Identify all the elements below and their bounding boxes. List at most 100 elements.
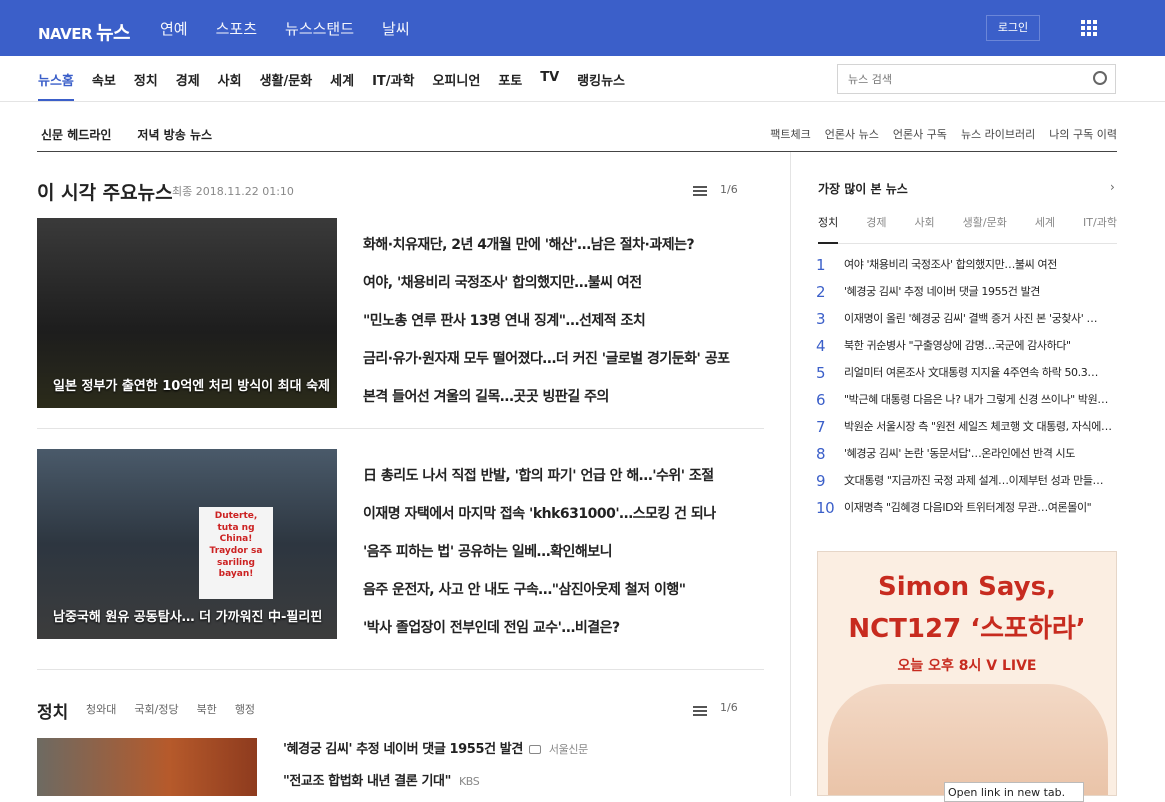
protest-sign: Duterte, tuta ng China! Traydor sa saril… — [199, 507, 273, 599]
advertisement-banner[interactable]: Simon Says, NCT127 ‘스포하라’ 오늘 오후 8시 V LIV… — [817, 551, 1117, 796]
nav-sports[interactable]: 스포츠 — [216, 18, 257, 39]
evening-broadcast-dropdown[interactable]: 저녁 방송 뉴스 — [137, 126, 212, 143]
ad-line-2: NCT127 ‘스포하라’ — [848, 614, 1086, 644]
chevron-right-icon[interactable]: › — [1110, 180, 1115, 194]
headline-link[interactable]: 본격 들어선 겨울의 길목…곳곳 빙판길 주의 — [363, 386, 763, 406]
headline-list-1: 화해·치유재단, 2년 4개월 만에 '해산'…남은 절차·과제는? 여야, '… — [363, 234, 763, 424]
subtab-northkorea[interactable]: 북한 — [197, 701, 217, 717]
news-thumbnail-1[interactable]: 일본 정부가 출연한 10억엔 처리 방식이 최대 숙제 — [37, 218, 337, 408]
news-box-1: 일본 정부가 출연한 10억엔 처리 방식이 최대 숙제 화해·치유재단, 2년… — [37, 218, 764, 408]
press-subscribe-link[interactable]: 언론사 구독 — [893, 126, 947, 142]
main-pager[interactable]: 1/6 — [720, 183, 738, 196]
tab-rank-world[interactable]: 세계 — [1035, 214, 1055, 243]
news-thumbnail-2[interactable]: Duterte, tuta ng China! Traydor sa saril… — [37, 449, 337, 639]
news-library-link[interactable]: 뉴스 라이브러리 — [961, 126, 1035, 142]
thumbnail-caption-1: 일본 정부가 출연한 10억엔 처리 방식이 최대 숙제 — [53, 379, 331, 394]
subtab-bluehouse[interactable]: 청와대 — [86, 701, 116, 717]
headline-link[interactable]: '음주 피하는 법' 공유하는 일베…확인해보니 — [363, 541, 763, 561]
tab-rank-life[interactable]: 생활/문화 — [963, 214, 1007, 243]
ranking-item[interactable]: 5 리얼미터 여론조사 文대통령 지지율 4주연속 하락 50.3… — [816, 364, 1116, 391]
ranking-item[interactable]: 4 북한 귀순병사 "구출영상에 감명…국군에 감사하다" — [816, 337, 1116, 364]
search-icon[interactable] — [1093, 71, 1107, 85]
headline-link[interactable]: 여야, '채용비리 국정조사' 합의했지만…불씨 여전 — [363, 272, 763, 292]
nav-weather[interactable]: 날씨 — [382, 18, 410, 39]
headline-list-2: 日 총리도 나서 직접 반발, '합의 파기' 언급 안 해…'수위' 조절 이… — [363, 465, 763, 655]
politics-subtabs: 청와대 국회/정당 북한 행정 — [86, 701, 273, 717]
nav-entertainment[interactable]: 연예 — [160, 18, 188, 39]
headline-link[interactable]: 日 총리도 나서 직접 반발, '합의 파기' 언급 안 해…'수위' 조절 — [363, 465, 763, 485]
ad-group-photo — [828, 684, 1108, 795]
tab-world[interactable]: 세계 — [330, 70, 354, 101]
tab-rank-politics[interactable]: 정치 — [818, 214, 839, 244]
top-header: NAVER 뉴스 연예 스포츠 뉴스스탠드 날씨 로그인 — [0, 0, 1165, 56]
divider — [37, 669, 764, 670]
list-view-icon[interactable] — [693, 186, 707, 196]
headline-link[interactable]: 화해·치유재단, 2년 4개월 만에 '해산'…남은 절차·과제는? — [363, 234, 763, 254]
naver-logo-text: NAVER — [38, 25, 93, 43]
list-view-icon[interactable] — [693, 706, 707, 716]
thumbnail-caption-2: 남중국해 원유 공동탐사… 더 가까워진 中-필리핀 — [53, 610, 323, 625]
ranking-item[interactable]: 8 '혜경궁 김씨' 논란 '동문서답'…온라인에선 반격 시도 — [816, 445, 1116, 472]
login-button[interactable]: 로그인 — [986, 15, 1040, 41]
subtab-assembly[interactable]: 국회/정당 — [134, 701, 178, 717]
sub-menu-bar: 신문 헤드라인 저녁 방송 뉴스 팩트체크 언론사 뉴스 언론사 구독 뉴스 라… — [37, 118, 1117, 152]
press-name: 서울신문 — [548, 743, 588, 756]
headline-link[interactable]: "민노총 연루 판사 13명 연내 징계"…선제적 조치 — [363, 310, 763, 330]
ranking-item[interactable]: 6 "박근혜 대통령 다음은 나? 내가 그렇게 신경 쓰이나" 박원순, 야… — [816, 391, 1116, 418]
tab-rank-society[interactable]: 사회 — [914, 214, 934, 243]
news-logo-text: 뉴스 — [96, 22, 131, 44]
tab-breaking[interactable]: 속보 — [92, 70, 116, 101]
tab-rank-it[interactable]: IT/과학 — [1083, 214, 1117, 243]
my-subscription-history-link[interactable]: 나의 구독 이력 — [1049, 126, 1117, 142]
ranking-item[interactable]: 2 '혜경궁 김씨' 추정 네이버 댓글 1955건 발견 — [816, 283, 1116, 310]
politics-pager[interactable]: 1/6 — [720, 701, 738, 714]
ranking-item[interactable]: 10 이재명측 "김혜경 다음ID와 트위터계정 무관…여론몰이" — [816, 499, 1116, 526]
naver-news-logo[interactable]: NAVER 뉴스 — [38, 18, 131, 45]
apps-grid-icon[interactable] — [1081, 20, 1097, 36]
ranking-item[interactable]: 9 文대통령 "지금까진 국정 과제 설계…이제부턴 성과 만들… — [816, 472, 1116, 499]
politics-section-title[interactable]: 정치 — [37, 698, 68, 723]
tab-society[interactable]: 사회 — [218, 70, 242, 101]
tab-tv[interactable]: TV — [540, 70, 559, 101]
headline-link[interactable]: 음주 운전자, 사고 안 내도 구속…"삼진아웃제 철저 이행" — [363, 579, 763, 599]
ranking-item[interactable]: 1 여야 '채용비리 국정조사' 합의했지만…불씨 여전 — [816, 256, 1116, 283]
headline-link[interactable]: 금리·유가·원자재 모두 떨어졌다…더 커진 '글로벌 경기둔화' 공포 — [363, 348, 763, 368]
sidebar-divider — [790, 152, 791, 796]
divider — [37, 428, 764, 429]
most-viewed-title[interactable]: 가장 많이 본 뉴스 — [818, 180, 908, 197]
tab-rank-economy[interactable]: 경제 — [866, 214, 886, 243]
politics-headline[interactable]: '혜경궁 김씨' 추정 네이버 댓글 1955건 발견 서울신문 — [283, 738, 588, 757]
category-tabs: 뉴스홈 속보 정치 경제 사회 생활/문화 세계 IT/과학 오피니언 포토 T… — [38, 70, 643, 101]
tab-opinion[interactable]: 오피니언 — [432, 70, 480, 101]
main-news-title: 이 시각 주요뉴스 — [37, 182, 173, 204]
nav-newsstand[interactable]: 뉴스스탠드 — [285, 18, 354, 39]
status-tooltip: Open link in new tab. — [944, 782, 1084, 802]
last-updated: 최종 2018.11.22 01:10 — [172, 185, 294, 198]
headline-link[interactable]: 이재명 자택에서 마지막 접속 'khk631000'…스모킹 건 되나 — [363, 503, 763, 523]
tab-it-science[interactable]: IT/과학 — [372, 70, 414, 101]
tab-ranking[interactable]: 랭킹뉴스 — [577, 70, 625, 101]
ranking-item[interactable]: 7박원순 서울시장 측 "원전 세일즈 체코행 文 대통령, 자식에겐 과자 안… — [816, 418, 1116, 445]
press-name: KBS — [458, 775, 480, 788]
ranking-list: 1 여야 '채용비리 국정조사' 합의했지만…불씨 여전 2 '혜경궁 김씨' 추정… — [816, 256, 1116, 526]
tab-photo[interactable]: 포토 — [498, 70, 522, 101]
ad-line-1: Simon Says, — [878, 572, 1056, 602]
tab-news-home[interactable]: 뉴스홈 — [38, 70, 74, 101]
top-nav: 연예 스포츠 뉴스스탠드 날씨 — [160, 18, 438, 39]
subtab-admin[interactable]: 행정 — [235, 701, 255, 717]
politics-headline[interactable]: "전교조 합법화 내년 결론 기대" KBS — [283, 770, 480, 789]
tab-politics[interactable]: 정치 — [134, 70, 158, 101]
news-search-input[interactable] — [837, 64, 1116, 94]
factcheck-link[interactable]: 팩트체크 — [770, 126, 810, 142]
category-bar: 뉴스홈 속보 정치 경제 사회 생활/문화 세계 IT/과학 오피니언 포토 T… — [0, 56, 1165, 102]
camera-icon — [528, 745, 541, 754]
tab-economy[interactable]: 경제 — [176, 70, 200, 101]
headline-link[interactable]: '박사 졸업장이 전부인데 전임 교수'…비결은? — [363, 617, 763, 637]
news-box-2: Duterte, tuta ng China! Traydor sa saril… — [37, 449, 764, 639]
newspaper-headline-dropdown[interactable]: 신문 헤드라인 — [41, 126, 111, 143]
most-viewed-tabs: 정치 경제 사회 생활/문화 세계 IT/과학 — [818, 214, 1117, 244]
tab-life-culture[interactable]: 생활/문화 — [260, 70, 313, 101]
politics-thumbnail[interactable] — [37, 738, 257, 796]
press-news-link[interactable]: 언론사 뉴스 — [825, 126, 879, 142]
ranking-item[interactable]: 3 이재명이 올린 '혜경궁 김씨' 결백 증거 사진 본 '궁찾사' … — [816, 310, 1116, 337]
